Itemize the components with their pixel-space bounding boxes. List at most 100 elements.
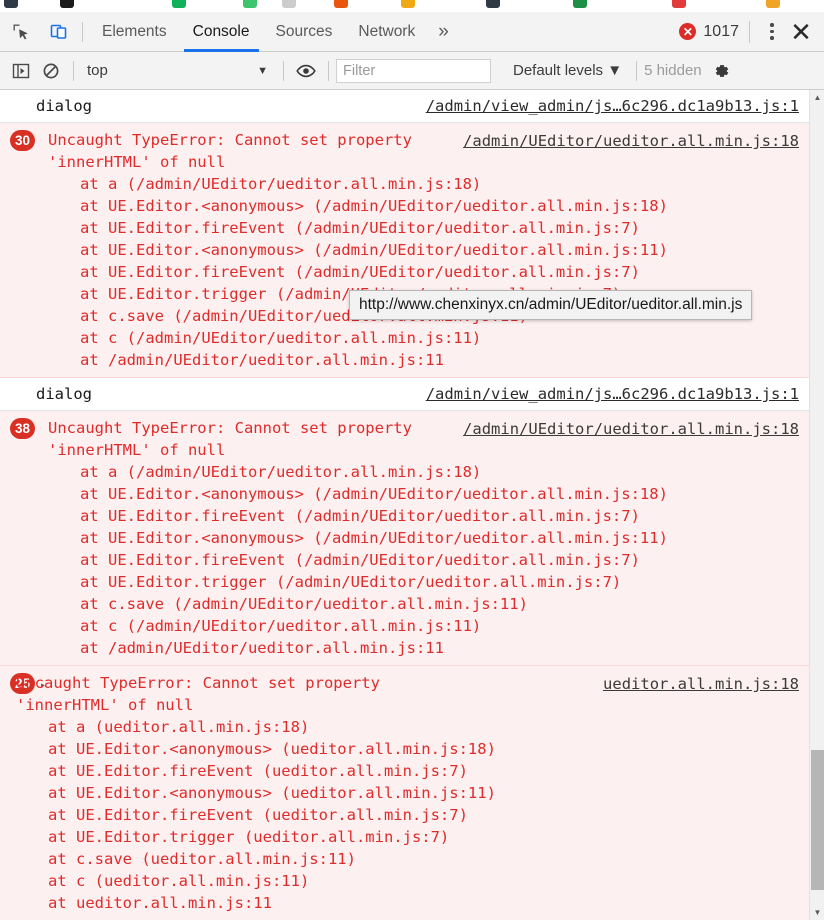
stack-frame[interactable]: at /admin/UEditor/ueditor.all.min.js:11 bbox=[48, 349, 809, 371]
tab-console-label: Console bbox=[192, 22, 250, 40]
devtools-tab-bar: Elements Console Sources Network » ✕ 101… bbox=[0, 12, 824, 52]
live-expression-eye-icon[interactable] bbox=[291, 57, 321, 85]
more-tabs-chevron-icon[interactable]: » bbox=[428, 12, 459, 52]
log-levels-dropdown[interactable]: Default levels ▼ bbox=[513, 62, 622, 79]
stack-frame[interactable]: at ueditor.all.min.js:11 bbox=[16, 892, 809, 914]
stack-frame[interactable]: at a (/admin/UEditor/ueditor.all.min.js:… bbox=[48, 173, 809, 195]
execution-context-value: top bbox=[87, 62, 108, 79]
bookmark-icon-4[interactable] bbox=[243, 0, 257, 8]
stack-frame[interactable]: at UE.Editor.<anonymous> (/admin/UEditor… bbox=[48, 195, 809, 217]
filterbar-divider-4 bbox=[636, 60, 638, 81]
panel-tabs: Elements Console Sources Network » bbox=[89, 12, 459, 52]
error-stack-trace: at a (/admin/UEditor/ueditor.all.min.js:… bbox=[48, 173, 809, 371]
tab-elements-label: Elements bbox=[102, 22, 167, 40]
console-sidebar-toggle-icon[interactable] bbox=[6, 57, 36, 85]
stack-frame[interactable]: at UE.Editor.fireEvent (/admin/UEditor/u… bbox=[48, 261, 809, 283]
log-levels-label: Default levels bbox=[513, 62, 604, 79]
stack-frame[interactable]: at UE.Editor.fireEvent (/admin/UEditor/u… bbox=[48, 217, 809, 239]
scroll-up-arrow-icon[interactable]: ▲ bbox=[810, 90, 824, 105]
stack-frame[interactable]: at UE.Editor.<anonymous> (ueditor.all.mi… bbox=[16, 782, 809, 804]
tab-sources-label: Sources bbox=[275, 22, 333, 40]
bookmark-icon-2[interactable] bbox=[60, 0, 74, 8]
more-options-kebab-icon[interactable] bbox=[760, 19, 784, 45]
toolbar-divider-2 bbox=[749, 20, 750, 43]
console-filter-input[interactable] bbox=[336, 58, 491, 83]
console-message-list[interactable]: dialog /admin/view_admin/js…6c296.dc1a9b… bbox=[0, 90, 824, 920]
error-circle-glyph: ✕ bbox=[682, 24, 693, 39]
chevron-down-icon: ▼ bbox=[257, 64, 268, 77]
error-title: Uncaught TypeError: Cannot set property … bbox=[48, 131, 412, 171]
tab-network-label: Network bbox=[358, 22, 416, 40]
clear-console-icon[interactable] bbox=[36, 57, 66, 85]
bookmark-icon-8[interactable] bbox=[486, 0, 500, 8]
stack-frame[interactable]: at c.save (/admin/UEditor/ueditor.all.mi… bbox=[48, 593, 809, 615]
bookmark-icon-7[interactable] bbox=[401, 0, 415, 8]
stack-frame[interactable]: at UE.Editor.<anonymous> (/admin/UEditor… bbox=[48, 527, 809, 549]
tab-elements[interactable]: Elements bbox=[89, 12, 180, 52]
console-filter-toolbar: top ▼ Default levels ▼ 5 hidden bbox=[0, 52, 824, 90]
source-link[interactable]: /admin/view_admin/js…6c296.dc1a9b13.js:1 bbox=[426, 95, 799, 117]
bookmark-icon-1[interactable] bbox=[4, 0, 18, 8]
console-message-log[interactable]: dialog /admin/view_admin/js…6c296.dc1a9b… bbox=[0, 378, 809, 411]
error-stack-trace: at a (ueditor.all.min.js:18) at UE.Edito… bbox=[16, 716, 809, 914]
tab-sources[interactable]: Sources bbox=[263, 12, 346, 52]
stack-frame[interactable]: at UE.Editor.<anonymous> (/admin/UEditor… bbox=[48, 483, 809, 505]
error-stack-trace: at a (/admin/UEditor/ueditor.all.min.js:… bbox=[48, 461, 809, 659]
console-message-error[interactable]: 25 ▸ ueditor.all.min.js:18 Uncaught Type… bbox=[0, 666, 809, 920]
filterbar-divider-1 bbox=[73, 60, 74, 81]
more-tabs-label: » bbox=[438, 20, 449, 42]
inspect-element-icon[interactable] bbox=[4, 15, 38, 49]
stack-frame[interactable]: at c (/admin/UEditor/ueditor.all.min.js:… bbox=[48, 327, 809, 349]
hidden-messages-count[interactable]: 5 hidden bbox=[644, 62, 702, 79]
bookmark-icon-9[interactable] bbox=[573, 0, 587, 8]
stack-frame[interactable]: at c.save (ueditor.all.min.js:11) bbox=[16, 848, 809, 870]
toolbar-divider bbox=[82, 21, 83, 42]
stack-frame[interactable]: at UE.Editor.fireEvent (/admin/UEditor/u… bbox=[48, 505, 809, 527]
source-link[interactable]: /admin/view_admin/js…6c296.dc1a9b13.js:1 bbox=[426, 383, 799, 405]
console-settings-gear-icon[interactable] bbox=[708, 58, 734, 84]
bookmark-icon-5[interactable] bbox=[282, 0, 296, 8]
stack-frame[interactable]: at UE.Editor.<anonymous> (/admin/UEditor… bbox=[48, 239, 809, 261]
stack-frame[interactable]: at UE.Editor.fireEvent (ueditor.all.min.… bbox=[16, 760, 809, 782]
stack-frame[interactable]: at UE.Editor.fireEvent (ueditor.all.min.… bbox=[16, 804, 809, 826]
browser-bookmark-bar bbox=[0, 0, 824, 12]
execution-context-selector[interactable]: top ▼ bbox=[81, 58, 276, 84]
stack-frame[interactable]: at UE.Editor.trigger (/admin/UEditor/ued… bbox=[48, 571, 809, 593]
tabbar-right-group: ✕ 1017 ✕ bbox=[679, 17, 824, 47]
link-url-tooltip: http://www.chenxinyx.cn/admin/UEditor/ue… bbox=[349, 290, 753, 320]
log-levels-chevron-down-icon: ▼ bbox=[607, 62, 623, 79]
stack-frame[interactable]: at UE.Editor.fireEvent (/admin/UEditor/u… bbox=[48, 549, 809, 571]
bookmark-icon-6[interactable] bbox=[334, 0, 348, 8]
console-scrollbar[interactable]: ▲ ▼ bbox=[809, 90, 824, 920]
error-count-value: 1017 bbox=[703, 22, 739, 40]
scroll-down-arrow-icon[interactable]: ▼ bbox=[810, 905, 824, 920]
stack-frame[interactable]: at UE.Editor.<anonymous> (ueditor.all.mi… bbox=[16, 738, 809, 760]
error-circle-icon: ✕ bbox=[679, 23, 697, 40]
bookmark-icon-11[interactable] bbox=[766, 0, 780, 8]
error-title: Uncaught TypeError: Cannot set property … bbox=[16, 674, 380, 714]
stack-frame[interactable]: at c (ueditor.all.min.js:11) bbox=[16, 870, 809, 892]
stack-frame[interactable]: at a (ueditor.all.min.js:18) bbox=[16, 716, 809, 738]
console-message-error[interactable]: 30 /admin/UEditor/ueditor.all.min.js:18 … bbox=[0, 123, 809, 378]
tab-console[interactable]: Console bbox=[180, 12, 263, 52]
filterbar-divider-3 bbox=[328, 60, 329, 81]
scrollbar-thumb[interactable] bbox=[811, 750, 824, 890]
console-message-log[interactable]: dialog /admin/view_admin/js…6c296.dc1a9b… bbox=[0, 90, 809, 123]
error-body: Uncaught TypeError: Cannot set property … bbox=[0, 666, 809, 920]
console-message-error[interactable]: 38 /admin/UEditor/ueditor.all.min.js:18 … bbox=[0, 411, 809, 666]
error-body: Uncaught TypeError: Cannot set property … bbox=[0, 411, 809, 665]
device-toolbar-icon[interactable] bbox=[42, 15, 76, 49]
bookmark-icon-10[interactable] bbox=[672, 0, 686, 8]
tab-network[interactable]: Network bbox=[345, 12, 428, 52]
stack-frame[interactable]: at a (/admin/UEditor/ueditor.all.min.js:… bbox=[48, 461, 809, 483]
stack-frame[interactable]: at /admin/UEditor/ueditor.all.min.js:11 bbox=[48, 637, 809, 659]
stack-frame[interactable]: at c (/admin/UEditor/ueditor.all.min.js:… bbox=[48, 615, 809, 637]
close-devtools-icon[interactable]: ✕ bbox=[784, 17, 818, 47]
close-glyph: ✕ bbox=[790, 16, 812, 47]
error-body: Uncaught TypeError: Cannot set property … bbox=[0, 123, 809, 377]
bookmark-icon-3[interactable] bbox=[172, 0, 186, 8]
devtools-window: Elements Console Sources Network » ✕ 101… bbox=[0, 0, 824, 920]
error-title: Uncaught TypeError: Cannot set property … bbox=[48, 419, 412, 459]
stack-frame[interactable]: at UE.Editor.trigger (ueditor.all.min.js… bbox=[16, 826, 809, 848]
error-count-indicator[interactable]: ✕ 1017 bbox=[679, 23, 739, 41]
